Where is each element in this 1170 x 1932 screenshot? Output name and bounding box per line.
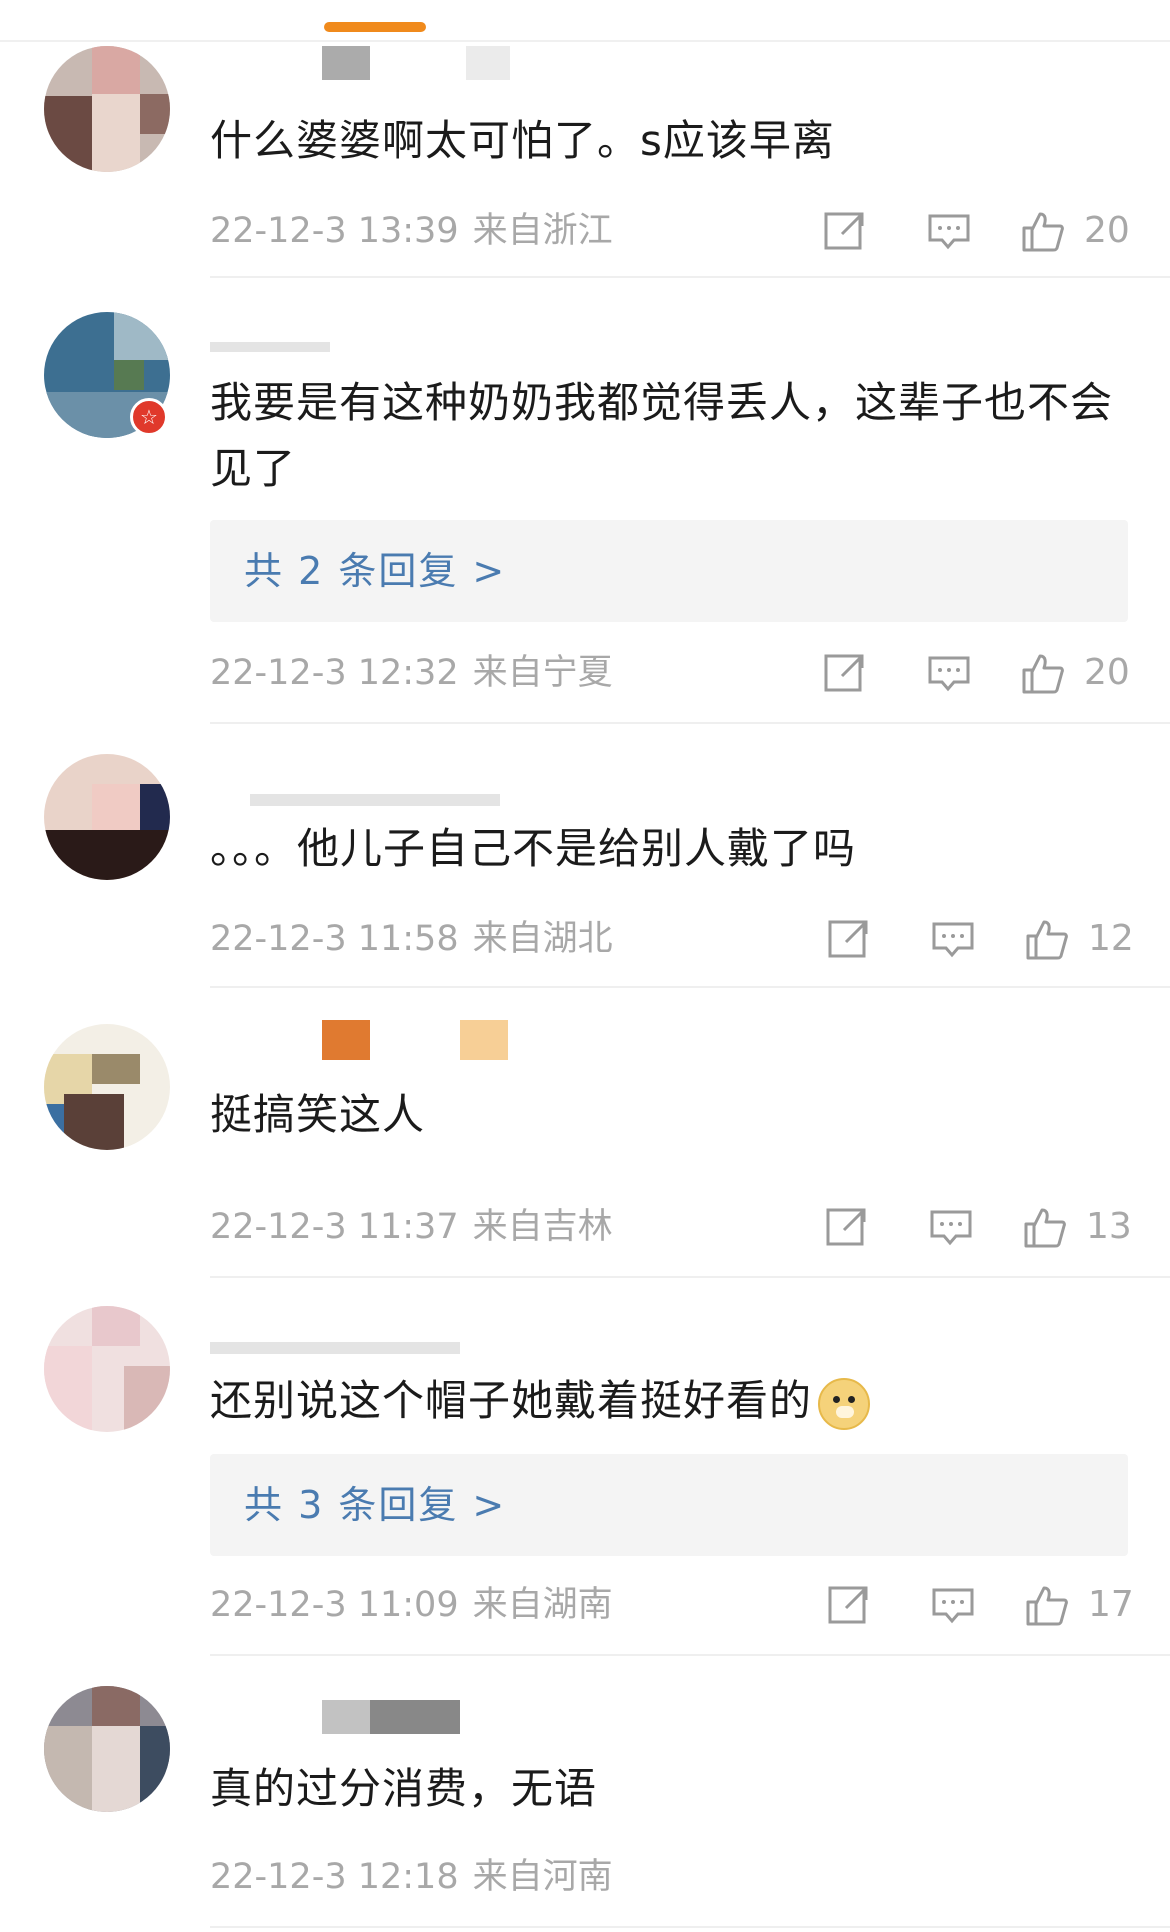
view-replies-link[interactable]: 共 2 条回复 > bbox=[244, 520, 506, 622]
comment-date: 22-12-3 11:58 bbox=[210, 919, 459, 959]
comment-icon[interactable] bbox=[928, 1204, 974, 1250]
like-count: 20 bbox=[1084, 652, 1130, 693]
like-count: 17 bbox=[1088, 1584, 1134, 1625]
like-icon[interactable] bbox=[1024, 1582, 1070, 1628]
comment-date: 22-12-3 13:39 bbox=[210, 211, 459, 251]
share-icon[interactable] bbox=[822, 208, 868, 254]
comment-icon[interactable] bbox=[930, 916, 976, 962]
avatar[interactable] bbox=[44, 754, 170, 880]
comment-meta: 22-12-3 12:32 来自宁夏 bbox=[210, 648, 613, 698]
comment-date: 22-12-3 11:37 bbox=[210, 1207, 459, 1247]
comment-date: 22-12-3 12:18 bbox=[210, 1857, 459, 1897]
divider bbox=[210, 722, 1170, 724]
username[interactable] bbox=[210, 1322, 470, 1362]
like-count: 12 bbox=[1088, 918, 1134, 959]
like-icon[interactable] bbox=[1024, 916, 1070, 962]
share-icon[interactable] bbox=[822, 650, 868, 696]
comment-location: 来自浙江 bbox=[472, 211, 613, 251]
username[interactable] bbox=[210, 322, 330, 362]
view-replies-link[interactable]: 共 3 条回复 > bbox=[244, 1454, 506, 1556]
comment-text: 我要是有这种奶奶我都觉得丢人，这辈子也不会见了 bbox=[210, 378, 1114, 493]
comment-meta: 22-12-3 12:18 来自河南 bbox=[210, 1852, 613, 1902]
comment-text-content: 还别说这个帽子她戴着挺好看的 bbox=[210, 1376, 813, 1425]
reply-box[interactable]: 共 3 条回复 > bbox=[210, 1454, 1128, 1556]
username[interactable] bbox=[210, 40, 510, 80]
verified-badge-icon: ☆ bbox=[130, 398, 168, 436]
comment-location: 来自湖北 bbox=[472, 919, 613, 959]
share-icon[interactable] bbox=[826, 1582, 872, 1628]
comment-text: 。。。他儿子自己不是给别人戴了吗 bbox=[210, 824, 857, 873]
share-icon[interactable] bbox=[824, 1204, 870, 1250]
comment-meta: 22-12-3 11:37 来自吉林 bbox=[210, 1202, 613, 1252]
avatar[interactable] bbox=[44, 1686, 170, 1812]
like-icon[interactable] bbox=[1020, 208, 1066, 254]
divider bbox=[210, 276, 1170, 278]
username[interactable] bbox=[210, 774, 510, 814]
comment-actions: 20 bbox=[822, 206, 1142, 256]
avatar[interactable] bbox=[44, 1306, 170, 1432]
comment-meta: 22-12-3 11:09 来自湖南 bbox=[210, 1580, 613, 1630]
comment-date: 22-12-3 11:09 bbox=[210, 1585, 459, 1625]
divider bbox=[210, 986, 1170, 988]
like-icon[interactable] bbox=[1022, 1204, 1068, 1250]
comment-text: 什么婆婆啊太可怕了。s应该早离 bbox=[210, 116, 835, 165]
comment-text: 真的过分消费，无语 bbox=[210, 1764, 598, 1813]
username[interactable] bbox=[210, 1020, 510, 1060]
comment-date: 22-12-3 12:32 bbox=[210, 653, 459, 693]
comment-actions: 17 bbox=[826, 1580, 1146, 1630]
username[interactable] bbox=[210, 1694, 510, 1734]
like-count: 20 bbox=[1084, 210, 1130, 251]
comment-text: 挺搞笑这人 bbox=[210, 1090, 426, 1139]
comment-location: 来自河南 bbox=[472, 1857, 613, 1897]
comment-actions: 12 bbox=[826, 914, 1146, 964]
comment-actions: 13 bbox=[824, 1202, 1144, 1252]
comment-icon[interactable] bbox=[926, 208, 972, 254]
comment-location: 来自湖南 bbox=[472, 1585, 613, 1625]
comment-meta: 22-12-3 13:39 来自浙江 bbox=[210, 206, 613, 256]
share-icon[interactable] bbox=[826, 916, 872, 962]
reply-box[interactable]: 共 2 条回复 > bbox=[210, 520, 1128, 622]
doge-emoji bbox=[818, 1377, 871, 1430]
divider bbox=[210, 1276, 1170, 1278]
comment-text: 还别说这个帽子她戴着挺好看的 bbox=[210, 1368, 1130, 1434]
like-icon[interactable] bbox=[1020, 650, 1066, 696]
comment-icon[interactable] bbox=[930, 1582, 976, 1628]
comment-icon[interactable] bbox=[926, 650, 972, 696]
avatar[interactable] bbox=[44, 1024, 170, 1150]
avatar[interactable] bbox=[44, 46, 170, 172]
divider bbox=[210, 1926, 1170, 1928]
divider bbox=[0, 40, 1170, 42]
like-count: 13 bbox=[1086, 1206, 1132, 1247]
comment-actions: 20 bbox=[822, 648, 1142, 698]
divider bbox=[210, 1654, 1170, 1656]
tab-indicator bbox=[324, 22, 426, 32]
comment-meta: 22-12-3 11:58 来自湖北 bbox=[210, 914, 613, 964]
comment-location: 来自吉林 bbox=[472, 1207, 613, 1247]
comment-location: 来自宁夏 bbox=[472, 653, 613, 693]
